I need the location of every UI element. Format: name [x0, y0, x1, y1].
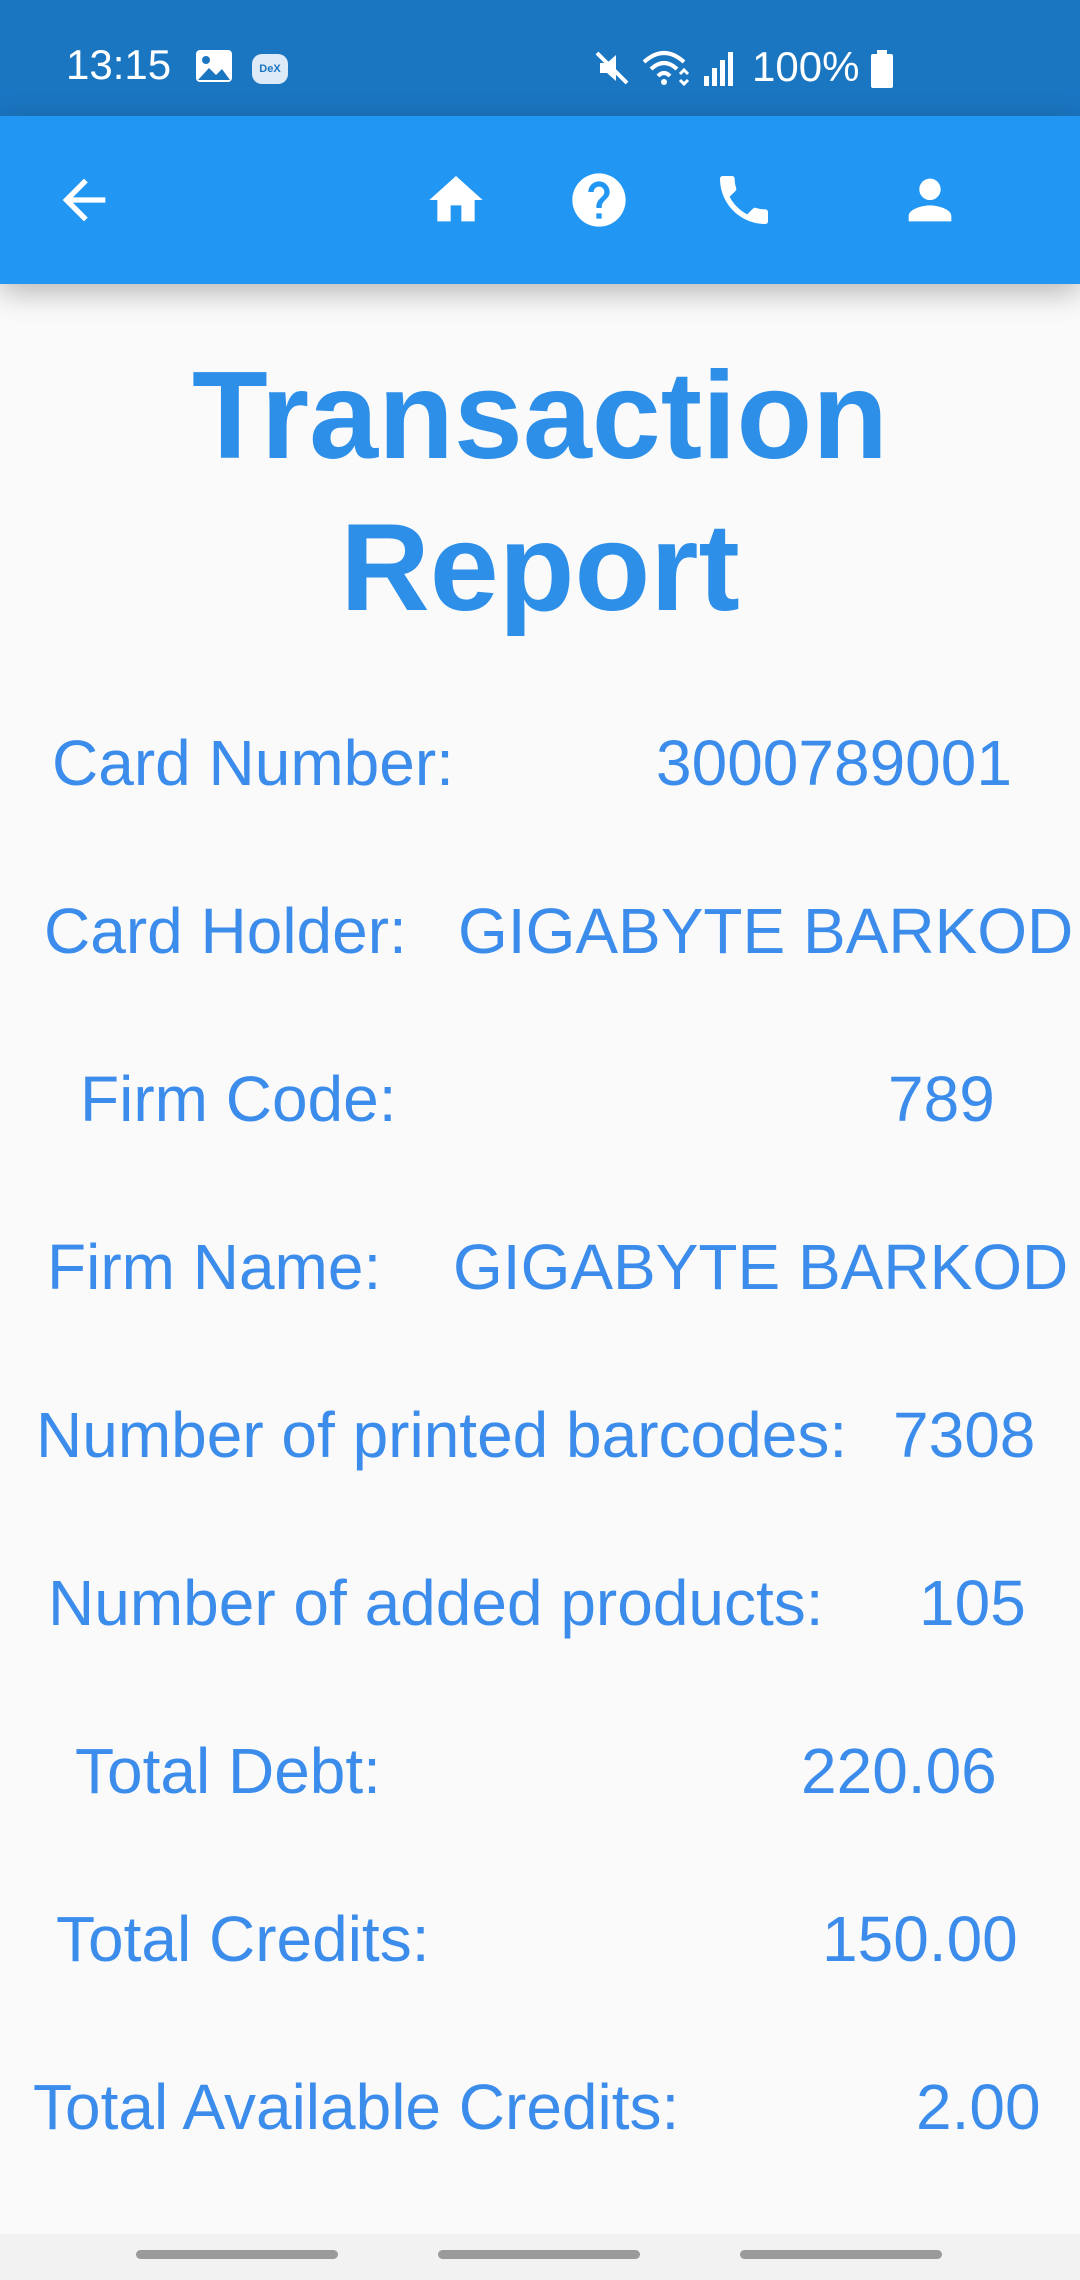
battery-icon	[870, 50, 894, 90]
card-number-row: Card Number: 3000789001	[0, 723, 1080, 803]
printed-barcodes-label: Number of printed barcodes:	[36, 1399, 848, 1471]
firm-name-label: Firm Name:	[47, 1231, 382, 1303]
page-title: Transaction Report	[192, 347, 888, 637]
home-button[interactable]	[438, 2250, 640, 2259]
card-holder-row: Card Holder: GIGABYTE BARKOD	[0, 891, 1080, 971]
total-credits-row: Total Credits: 150.00	[0, 1899, 1080, 1979]
added-products-label: Number of added products:	[48, 1567, 824, 1639]
total-debt-label: Total Debt:	[75, 1735, 381, 1807]
gallery-icon	[194, 48, 234, 84]
total-available-credits-value: 2.00	[916, 2071, 1041, 2143]
added-products-value: 105	[919, 1567, 1026, 1639]
card-number-value: 3000789001	[656, 727, 1012, 799]
card-holder-label: Card Holder:	[44, 895, 407, 967]
total-credits-value: 150.00	[822, 1903, 1018, 1975]
total-credits-label: Total Credits:	[56, 1903, 430, 1975]
firm-code-row: Firm Code: 789	[0, 1059, 1080, 1139]
printed-barcodes-row: Number of printed barcodes: 7308	[0, 1395, 1080, 1475]
firm-name-value: GIGABYTE BARKOD	[453, 1231, 1069, 1303]
card-holder-value: GIGABYTE BARKOD	[458, 895, 1074, 967]
recent-apps-button[interactable]	[136, 2250, 338, 2259]
firm-code-label: Firm Code:	[80, 1063, 397, 1135]
status-time: 13:15	[66, 41, 172, 88]
back-button[interactable]	[740, 2250, 942, 2259]
total-available-credits-label: Total Available Credits:	[33, 2071, 680, 2143]
mute-icon	[592, 48, 632, 88]
back-arrow-icon[interactable]	[48, 164, 120, 236]
total-available-credits-row: Total Available Credits: 2.00	[0, 2067, 1080, 2147]
card-number-label: Card Number:	[52, 727, 454, 799]
firm-name-row: Firm Name: GIGABYTE BARKOD	[0, 1227, 1080, 1307]
firm-code-value: 789	[888, 1063, 995, 1135]
battery-percentage: 100%	[752, 43, 860, 90]
app-bar	[0, 116, 1080, 284]
phone-icon[interactable]	[708, 164, 780, 236]
total-debt-value: 220.06	[801, 1735, 997, 1807]
printed-barcodes-value: 7308	[893, 1399, 1036, 1471]
status-bar: 13:15 DeX 100%	[0, 0, 1080, 116]
account-icon[interactable]	[894, 164, 966, 236]
dex-icon: DeX	[252, 54, 288, 84]
navigation-bar	[0, 2234, 1080, 2280]
added-products-row: Number of added products: 105	[0, 1563, 1080, 1643]
signal-icon	[702, 48, 738, 88]
wifi-icon	[642, 48, 692, 88]
help-icon[interactable]	[563, 164, 635, 236]
home-icon[interactable]	[420, 164, 492, 236]
total-debt-row: Total Debt: 220.06	[0, 1731, 1080, 1811]
